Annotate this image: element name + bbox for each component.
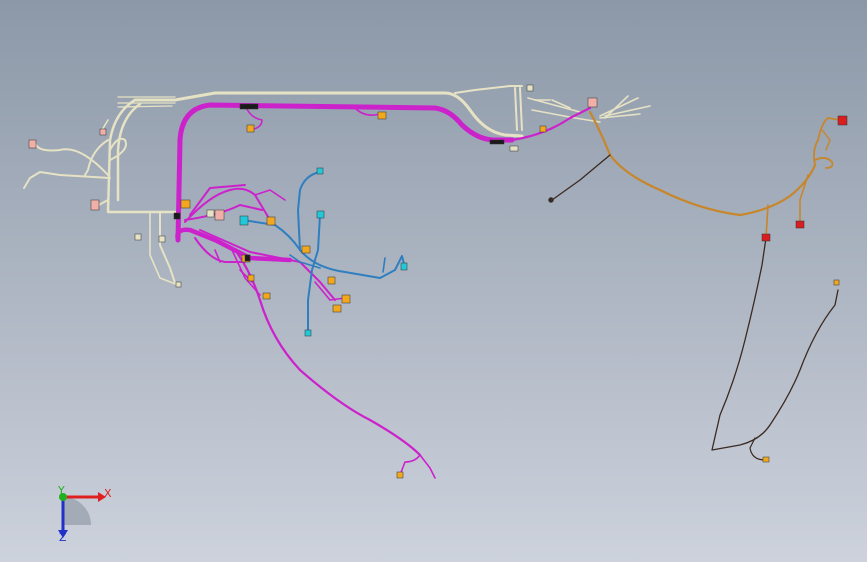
connector-cyan[interactable] — [304, 329, 312, 337]
connector-cyan[interactable] — [316, 167, 324, 175]
connector-orange[interactable] — [341, 294, 351, 304]
harness-clip — [173, 212, 181, 220]
cream-harness-branch — [23, 85, 651, 286]
connector-red[interactable] — [761, 233, 771, 242]
connector-red[interactable] — [837, 115, 848, 126]
wire-harness-model[interactable]: X Y Z — [0, 0, 867, 562]
connector-orange[interactable] — [396, 471, 404, 479]
connector-cyan[interactable] — [316, 210, 325, 219]
connector-yellow[interactable] — [833, 279, 840, 286]
connector-cyan[interactable] — [239, 215, 249, 226]
connector-cream[interactable] — [158, 235, 166, 243]
cad-viewport[interactable]: X Y Z — [0, 0, 867, 562]
connector-orange[interactable] — [246, 124, 255, 133]
connector-orange[interactable] — [247, 274, 255, 282]
connector-cyan[interactable] — [400, 262, 408, 271]
harness-clip — [489, 139, 505, 145]
x-axis-label: X — [104, 487, 112, 500]
orientation-triad[interactable]: X Y Z — [57, 484, 112, 544]
connector-cream[interactable] — [206, 209, 215, 218]
connector-cream[interactable] — [509, 145, 519, 152]
magenta-harness-branch — [175, 102, 592, 479]
connector-orange[interactable] — [262, 292, 271, 300]
connector-pink[interactable] — [28, 139, 37, 149]
harness-clip — [244, 254, 251, 262]
z-axis-label: Z — [59, 531, 67, 544]
connector-orange[interactable] — [266, 216, 276, 226]
blue-harness-branch — [242, 171, 406, 334]
connector-orange[interactable] — [332, 304, 342, 313]
connector-pink[interactable] — [587, 97, 598, 108]
connector-orange[interactable] — [539, 125, 547, 133]
connector-orange[interactable] — [301, 245, 311, 254]
connector-cream[interactable] — [526, 84, 534, 92]
connector-pink[interactable] — [90, 199, 100, 211]
connector-orange[interactable] — [377, 111, 387, 120]
triad-plane — [63, 497, 91, 525]
connector-cream[interactable] — [175, 281, 182, 288]
connector-terminal[interactable] — [548, 197, 554, 203]
connector-orange[interactable] — [327, 276, 336, 285]
orange-harness-branch — [551, 110, 841, 239]
y-axis-label: Y — [57, 484, 65, 497]
connector-cream[interactable] — [134, 233, 142, 241]
connectors[interactable] — [28, 84, 848, 479]
connector-pink[interactable] — [214, 209, 225, 221]
connector-pink[interactable] — [99, 128, 107, 136]
connector-orange[interactable] — [180, 199, 191, 209]
connector-red[interactable] — [795, 220, 805, 229]
connector-yellow[interactable] — [762, 456, 770, 463]
harness-clip — [239, 103, 259, 110]
dark-harness-branch — [711, 237, 839, 461]
